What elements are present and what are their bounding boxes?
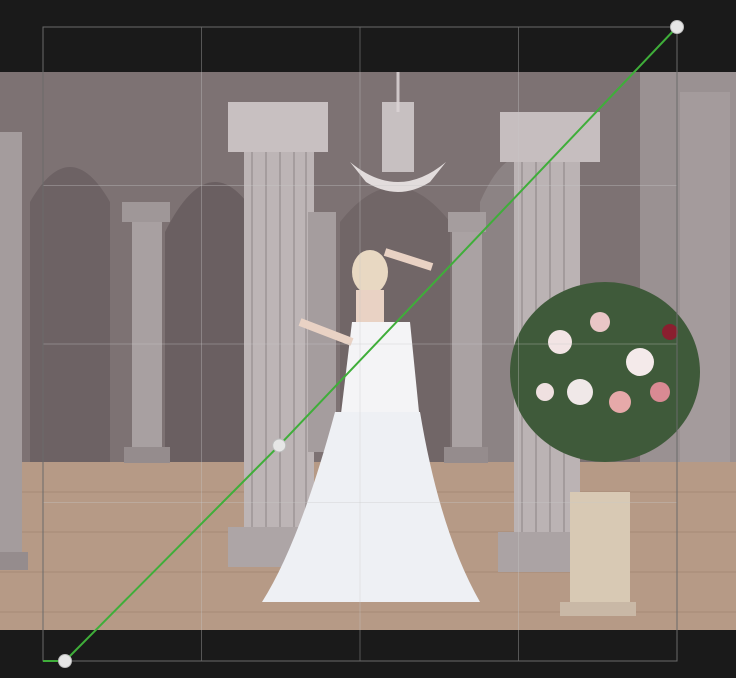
curve-grid <box>43 27 677 661</box>
tone-curve-editor[interactable] <box>0 0 736 678</box>
curve-control-point-2[interactable] <box>670 20 684 34</box>
curve-control-point-1[interactable] <box>272 438 287 453</box>
curve-control-point-0[interactable] <box>58 654 72 668</box>
